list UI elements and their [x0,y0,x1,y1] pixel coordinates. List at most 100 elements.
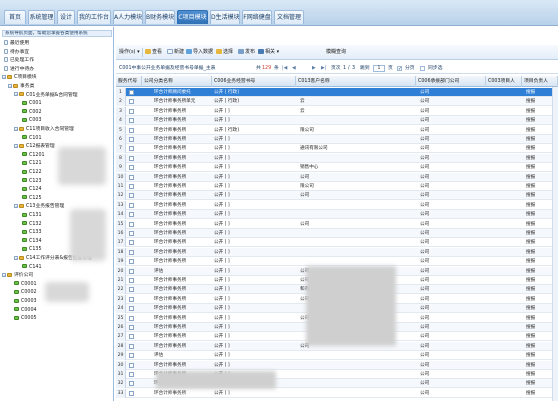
prev-page-icon[interactable]: ◀ [292,65,296,72]
publish-button[interactable]: 发布 [238,48,255,57]
row-checkbox[interactable] [129,296,134,302]
tree-node[interactable]: C135 [22,246,42,254]
tree-node[interactable]: C0002 [14,289,37,297]
tree-node[interactable]: − C项目模块 [2,74,37,82]
import-button[interactable]: 导入数据 [186,48,213,57]
column-header[interactable]: C006业务经营书号 [212,76,296,87]
collapse-toggle-icon[interactable]: − [14,143,18,148]
row-checkbox[interactable] [129,221,134,227]
row-checkbox[interactable] [129,90,134,95]
row-checkbox[interactable] [129,353,134,359]
tree-node[interactable]: 最近使用 [4,40,29,48]
column-header[interactable]: C003项目人 [486,76,522,87]
tree-node[interactable]: − C01业务单据&合同管理 [14,92,78,100]
column-header[interactable]: 项目负责人 [522,76,558,87]
row-checkbox[interactable] [129,165,134,171]
table-row[interactable]: 12 环合计师事务所 公开 [ ] 公司 公司 搜报 [116,191,558,201]
row-checkbox[interactable] [129,155,134,161]
table-row[interactable]: 6 环合计师事务所 公开 [ ] 公司 搜报 [116,135,558,144]
collapse-toggle-icon[interactable]: − [14,92,18,97]
table-row[interactable]: 9 环合计师事务所 公开 [ ] 销售中心 公司 搜报 [116,163,558,173]
view-button[interactable]: 查看 [145,48,162,57]
row-checkbox[interactable] [129,343,134,349]
table-row[interactable]: 4 环合计师事务所 公开 [ ] 公司 搜报 [116,116,558,126]
first-page-icon[interactable]: |◀ [282,65,287,72]
tab-project[interactable]: C项目模块 [177,10,208,24]
column-header[interactable]: C013客户名称 [296,76,416,87]
tree-node[interactable]: C003 [22,117,42,125]
column-header[interactable]: C006承接部门公司 [416,76,486,87]
table-row[interactable]: 11 环合计师事务所 公开 [ ] 限公司 公司 搜报 [116,182,558,191]
row-checkbox[interactable] [129,249,134,255]
tab-system[interactable]: 系统管理 [28,10,55,24]
tree-node[interactable]: C125 [22,195,42,203]
tree-node[interactable]: − 事务类 [8,83,34,91]
related-menu[interactable]: 相关 ▾ [258,48,279,57]
table-row[interactable]: 18 环合计师事务所 公开 [ ] 公司 搜报 [116,247,558,257]
tree-node[interactable]: − C13业务报告管理 [14,203,64,211]
row-checkbox[interactable] [129,193,134,199]
row-checkbox[interactable] [129,127,134,133]
tree-node[interactable]: − 评价公司 [2,272,33,280]
table-row[interactable]: 2 环合计师事务所单元 公开 [ 行政] 云公司 搜报 [116,97,558,107]
table-row[interactable]: 16 环合计师事务所 公开 [ ] 公司 搜报 [116,229,558,238]
operate-menu[interactable]: 操作(s) ▾ [119,48,140,57]
table-row[interactable]: 8 环合计师事务所 公开 [ ] 公司 搜报 [116,153,558,163]
tree-node[interactable]: C132 [22,221,42,229]
tree-node[interactable]: 进行中待办 [4,65,34,74]
row-checkbox[interactable] [129,372,134,377]
tab-documents[interactable]: 文档管理 [274,10,304,24]
tree-node[interactable]: C121 [22,160,42,168]
collapse-toggle-icon[interactable]: − [2,74,6,79]
collapse-toggle-icon[interactable]: − [14,255,18,260]
table-row[interactable]: 5 环合计师事务所 公开 [ 行政] 限公司 公司 搜报 [116,125,558,135]
table-row[interactable]: 14 环合计师事务所 公开 [ ] 公司 搜报 [116,210,558,220]
row-checkbox[interactable] [129,146,134,152]
table-row[interactable]: 33 环合计师事务所 公开 [ ] 公司 搜报 [116,388,558,398]
collapse-toggle-icon[interactable]: − [8,83,12,88]
table-row[interactable]: 17 环合计师事务所 公开 [ ] 公司 搜报 [116,238,558,248]
tree-node[interactable]: C0004 [14,307,37,315]
last-page-icon[interactable]: ▶| [321,65,326,72]
table-row[interactable]: 19 环合计师事务所 公开 [ ] 公司 搜报 [116,257,558,267]
table-row[interactable]: 30 环合计师事务所 公开 [ ] 公司 搜报 [116,360,558,370]
row-checkbox[interactable] [129,202,134,208]
new-button[interactable]: 新建 [167,48,184,57]
jump-page-input[interactable]: 1 [373,65,385,72]
row-checkbox[interactable] [129,306,134,312]
tab-hr[interactable]: A人力模块 [113,10,143,24]
tree-node[interactable]: C133 [22,229,42,237]
row-checkbox[interactable] [129,108,134,114]
tree-node[interactable]: C141 [22,264,42,272]
collapse-toggle-icon[interactable]: − [14,203,18,208]
row-checkbox[interactable] [129,278,134,283]
fuzzy-search-button[interactable]: 模糊查询 [326,48,346,57]
row-checkbox[interactable] [129,315,134,321]
tab-finance[interactable]: B财务模块 [145,10,175,24]
tab-design[interactable]: 设计 [57,10,75,24]
tree-node[interactable]: C001 [22,100,42,108]
collapse-toggle-icon[interactable]: − [14,126,18,131]
row-checkbox[interactable] [129,325,134,330]
table-row[interactable]: 7 环合计师事务所 公开 [ ] 通讯有限公司 公司 搜报 [116,144,558,154]
column-header[interactable]: 公司分类名称 [142,76,212,87]
tree-node[interactable]: C131 [22,212,42,220]
paging-checkbox[interactable]: ✓ [397,66,402,72]
choose-button[interactable]: 选择 [216,48,233,57]
row-checkbox[interactable] [129,184,134,189]
tree-node[interactable]: 已处理工作 [4,57,34,65]
row-checkbox[interactable] [129,259,134,265]
row-checkbox[interactable] [129,268,134,274]
table-row[interactable]: 29 评估 公开 [ ] 公司 搜报 [116,351,558,361]
row-checkbox[interactable] [129,174,134,180]
next-page-icon[interactable]: ▶ [312,65,316,72]
vertical-scrollbar[interactable] [552,87,558,401]
table-row[interactable]: 10 环合计师事务所 公开 [ ] 公司 公司 搜报 [116,172,558,182]
tree-node[interactable]: C122 [22,169,42,177]
sync-checkbox[interactable] [420,66,425,71]
table-row[interactable]: 13 环合计师事务所 公开 [ ] 公司 搜报 [116,200,558,210]
row-checkbox[interactable] [129,334,134,340]
tree-node[interactable]: 待办事宜 [4,48,29,57]
tree-node[interactable]: C124 [22,186,42,194]
row-checkbox[interactable] [129,231,134,236]
